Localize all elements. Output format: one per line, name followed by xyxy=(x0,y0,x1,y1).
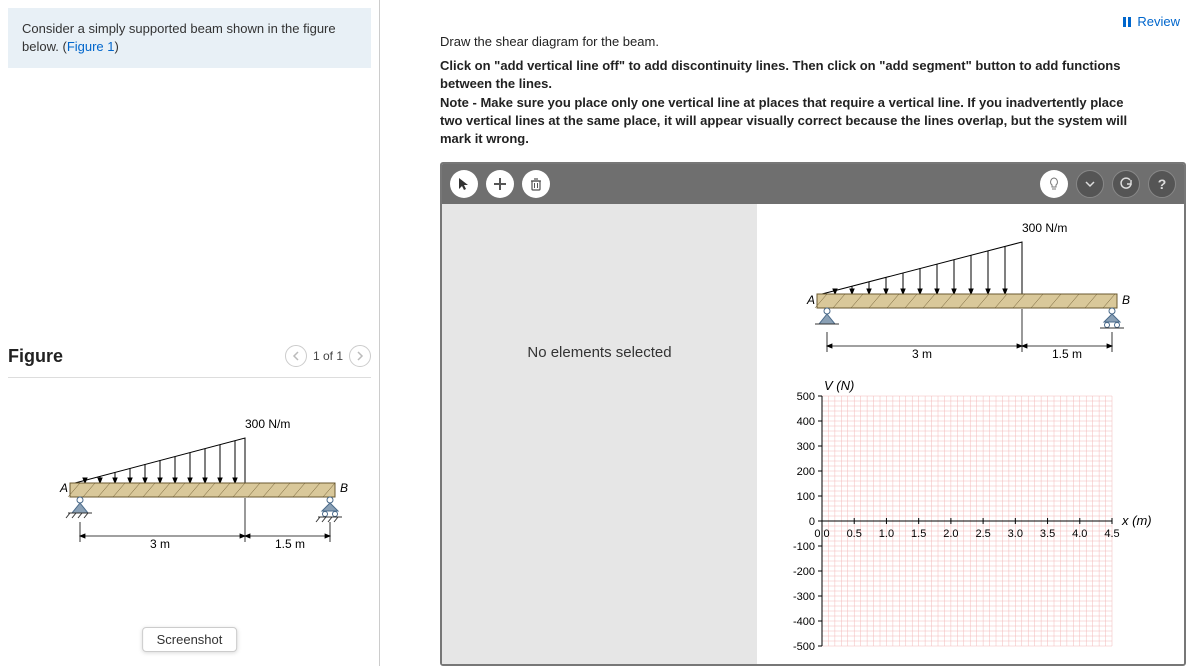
svg-text:-200: -200 xyxy=(793,566,815,578)
problem-text-2: ) xyxy=(115,39,119,54)
beam-figure-drawing: 300 N/m xyxy=(767,214,1147,364)
svg-text:2.5: 2.5 xyxy=(975,528,990,540)
review-label: Review xyxy=(1137,14,1180,29)
shear-plot[interactable]: -500 -400 -300 -200 -100 0 100 200 300 400 500 0.0 0… xyxy=(767,376,1167,666)
svg-text:4.0: 4.0 xyxy=(1072,528,1087,540)
figure-pager: 1 of 1 xyxy=(313,349,343,363)
help-button[interactable]: ? xyxy=(1148,170,1176,198)
review-link[interactable]: Review xyxy=(1123,14,1180,29)
svg-text:2.0: 2.0 xyxy=(943,528,958,540)
figure-next-button[interactable] xyxy=(349,345,371,367)
svg-text:0.5: 0.5 xyxy=(847,528,862,540)
svg-text:V (N): V (N) xyxy=(824,378,854,393)
svg-text:-400: -400 xyxy=(793,616,815,628)
svg-text:1.0: 1.0 xyxy=(879,528,894,540)
figure-prev-button[interactable] xyxy=(285,345,307,367)
load-label-draw: 300 N/m xyxy=(1022,221,1067,235)
drawing-area: ? No elements selected xyxy=(440,162,1186,666)
svg-text:4.5: 4.5 xyxy=(1104,528,1119,540)
label-A-draw: A xyxy=(806,293,815,307)
svg-text:0.0: 0.0 xyxy=(814,528,829,540)
beam-figure: 300 N/m xyxy=(30,408,350,568)
pointer-tool[interactable] xyxy=(450,170,478,198)
instr-line2: Click on "add vertical line off" to add … xyxy=(440,57,1138,93)
options-dropdown[interactable] xyxy=(1076,170,1104,198)
svg-text:-100: -100 xyxy=(793,541,815,553)
svg-text:300: 300 xyxy=(797,441,815,453)
label-B-draw: B xyxy=(1122,293,1130,307)
instr-line3: Note - Make sure you place only one vert… xyxy=(440,94,1138,149)
reset-button[interactable] xyxy=(1112,170,1140,198)
svg-text:x (m): x (m) xyxy=(1121,513,1152,528)
svg-text:-500: -500 xyxy=(793,641,815,653)
svg-text:400: 400 xyxy=(797,416,815,428)
label-A-fig: A xyxy=(59,481,68,495)
svg-text:3.0: 3.0 xyxy=(1008,528,1023,540)
support-B xyxy=(316,497,342,522)
svg-text:200: 200 xyxy=(797,466,815,478)
instr-line1: Draw the shear diagram for the beam. xyxy=(440,33,1138,51)
figure-title: Figure xyxy=(8,346,63,367)
svg-text:0: 0 xyxy=(809,516,815,528)
dim2-fig: 1.5 m xyxy=(275,537,305,551)
label-B-fig: B xyxy=(340,481,348,495)
svg-text:1.5: 1.5 xyxy=(911,528,926,540)
svg-text:500: 500 xyxy=(797,391,815,403)
instructions: Draw the shear diagram for the beam. Cli… xyxy=(380,33,1198,158)
hint-button[interactable] xyxy=(1040,170,1068,198)
support-A xyxy=(66,497,92,518)
problem-statement: Consider a simply supported beam shown i… xyxy=(8,8,371,68)
delete-button[interactable] xyxy=(522,170,550,198)
selection-status: No elements selected xyxy=(442,204,757,666)
drawing-toolbar: ? xyxy=(442,164,1184,204)
svg-text:3.5: 3.5 xyxy=(1040,528,1055,540)
svg-text:100: 100 xyxy=(797,491,815,503)
pause-icon xyxy=(1123,17,1133,27)
svg-text:-300: -300 xyxy=(793,591,815,603)
figure-link[interactable]: Figure 1 xyxy=(67,39,115,54)
dim1-draw: 3 m xyxy=(912,347,932,361)
dim1-fig: 3 m xyxy=(150,537,170,551)
screenshot-indicator: Screenshot xyxy=(142,627,238,652)
add-segment-button[interactable] xyxy=(486,170,514,198)
dim2-draw: 1.5 m xyxy=(1052,347,1082,361)
load-label-fig: 300 N/m xyxy=(245,417,290,431)
